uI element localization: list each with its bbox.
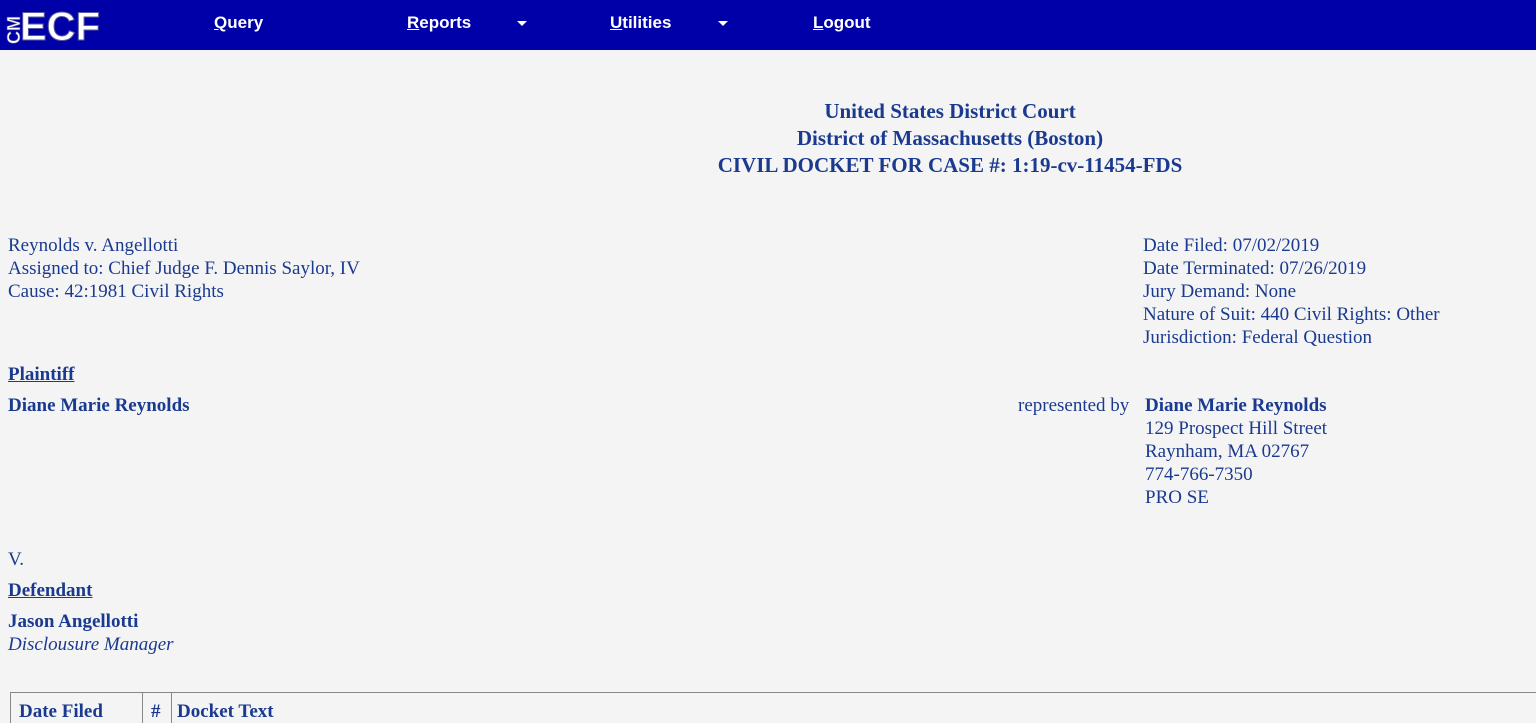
attorney-phone: 774-766-7350 xyxy=(1145,464,1253,485)
nature-of-suit: Nature of Suit: 440 Civil Rights: Other xyxy=(1143,304,1440,325)
court-header: United States District Court District of… xyxy=(0,98,1536,179)
jurisdiction: Jurisdiction: Federal Question xyxy=(1143,327,1373,348)
attorney-name: Diane Marie Reynolds xyxy=(1145,395,1327,416)
column-divider xyxy=(171,693,172,723)
court-name: United States District Court xyxy=(824,99,1076,123)
case-caption: Reynolds v. Angellotti xyxy=(8,235,179,256)
defendant-title: Disclousure Manager xyxy=(8,634,174,655)
plaintiff-name: Diane Marie Reynolds xyxy=(8,395,190,416)
top-navigation-bar: CM ECF Query Reports Utilities Logout xyxy=(0,0,1536,50)
defendant-heading-link[interactable]: Defendant xyxy=(8,579,92,602)
case-cause: Cause: 42:1981 Civil Rights xyxy=(8,281,224,302)
logo-text: ECF xyxy=(20,5,100,48)
col-header-number: # xyxy=(151,701,161,722)
col-header-docket-text: Docket Text xyxy=(177,701,274,722)
represented-by-label: represented by xyxy=(1018,395,1130,416)
nav-logout-label: Logout xyxy=(813,13,871,32)
district-name: District of Massachusetts (Boston) xyxy=(796,126,1104,150)
defendant-name: Jason Angellotti xyxy=(8,611,139,632)
date-filed: Date Filed: 07/02/2019 xyxy=(1143,235,1320,256)
nav-reports[interactable]: Reports xyxy=(407,13,471,33)
attorney-status: PRO SE xyxy=(1145,487,1209,508)
nav-logout[interactable]: Logout xyxy=(813,13,871,33)
plaintiff-heading-link[interactable]: Plaintiff xyxy=(8,363,75,386)
nav-utilities-label: Utilities xyxy=(610,13,672,32)
column-divider xyxy=(142,693,143,723)
case-title: CIVIL DOCKET FOR CASE #: 1:19-cv-11454-F… xyxy=(717,153,1183,177)
col-header-date-filed: Date Filed xyxy=(19,701,103,722)
nav-utilities[interactable]: Utilities xyxy=(610,13,671,33)
assigned-judge: Assigned to: Chief Judge F. Dennis Saylo… xyxy=(8,258,360,279)
docket-table: Date Filed # Docket Text xyxy=(10,692,1536,723)
attorney-city: Raynham, MA 02767 xyxy=(1145,441,1310,462)
nav-query[interactable]: Query xyxy=(214,13,263,33)
cm-ecf-logo[interactable]: CM ECF xyxy=(0,0,118,49)
nav-reports-label: Reports xyxy=(407,13,472,32)
attorney-street: 129 Prospect Hill Street xyxy=(1145,418,1328,439)
versus-label: V. xyxy=(8,549,25,570)
jury-demand: Jury Demand: None xyxy=(1143,281,1297,302)
nav-query-label: Query xyxy=(214,13,264,32)
date-terminated: Date Terminated: 07/26/2019 xyxy=(1143,258,1367,279)
utilities-dropdown-icon[interactable] xyxy=(718,21,728,26)
reports-dropdown-icon[interactable] xyxy=(517,21,527,26)
